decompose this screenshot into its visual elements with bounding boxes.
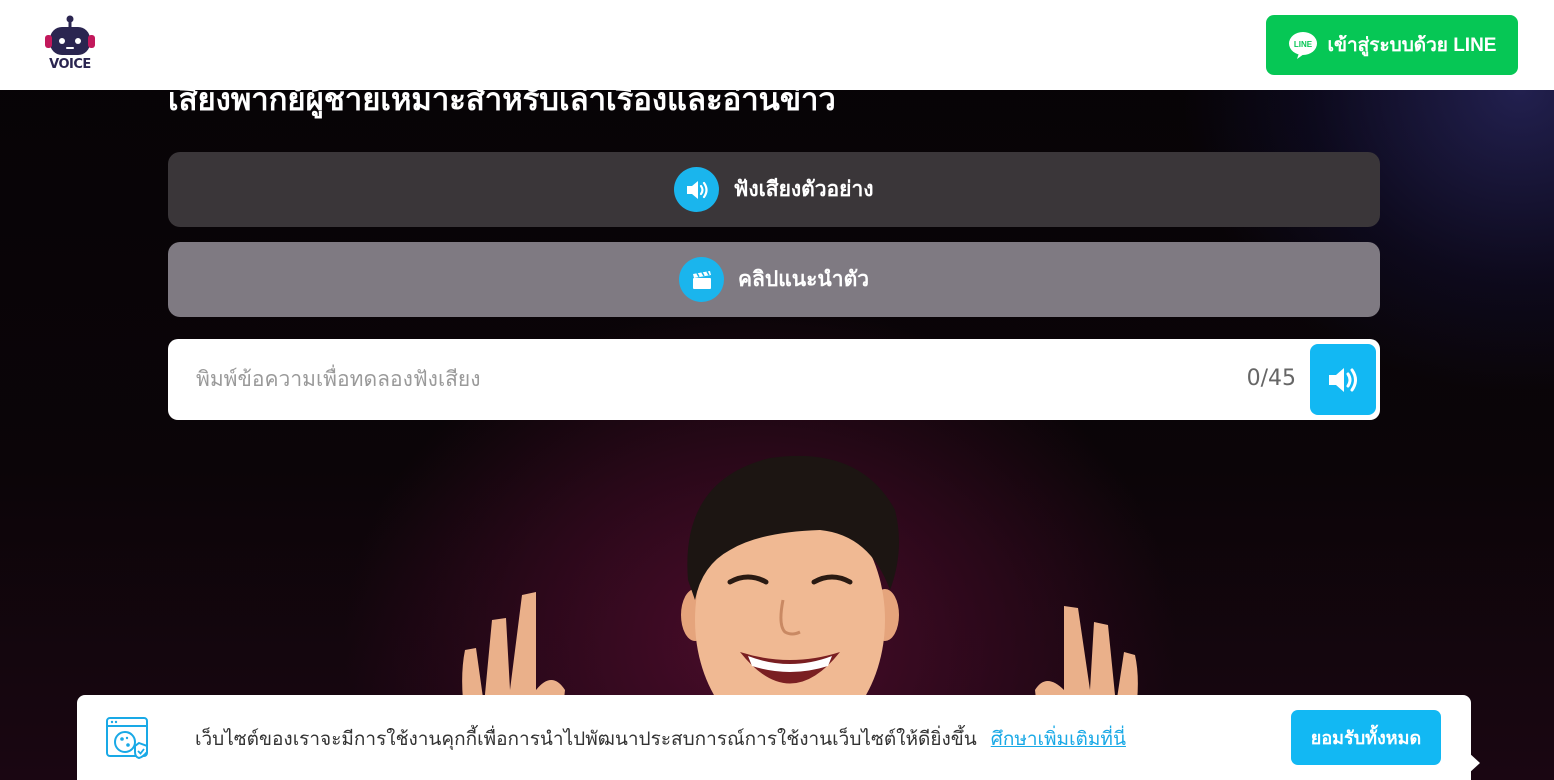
line-chat-icon: LINE: [1288, 32, 1317, 59]
clapperboard-icon: [679, 257, 724, 302]
site-logo[interactable]: VOICE: [42, 14, 98, 76]
try-voice-box: 0/45: [168, 339, 1380, 420]
try-text-input[interactable]: [196, 359, 1216, 399]
cookie-message: เว็บไซต์ของเราจะมีการใช้งานคุกกี้เพื่อกา…: [195, 723, 1126, 755]
sample-voice-label: ฟังเสียงตัวอย่าง: [733, 177, 874, 201]
learn-more-link[interactable]: ศึกษาเพิ่มเติมที่นี่: [991, 728, 1126, 750]
cookie-message-text: เว็บไซต์ของเราจะมีการใช้งานคุกกี้เพื่อกา…: [195, 728, 977, 750]
svg-text:LINE: LINE: [1293, 40, 1312, 49]
intro-clip-button[interactable]: คลิปแนะนำตัว: [168, 242, 1380, 317]
line-login-button[interactable]: LINE เข้าสู่ระบบด้วย LINE: [1266, 15, 1518, 75]
character-counter: 0/45: [1246, 366, 1296, 391]
chevron-right-icon[interactable]: [1468, 752, 1480, 774]
play-voice-button[interactable]: [1310, 344, 1376, 415]
logo-wordmark: VOICE: [49, 57, 91, 72]
speaker-icon: [1329, 367, 1357, 392]
cookie-browser-icon: [106, 717, 148, 760]
sample-voice-button[interactable]: ฟังเสียงตัวอย่าง: [168, 152, 1380, 227]
robot-headset-icon: [45, 15, 95, 55]
intro-clip-label: คลิปแนะนำตัว: [738, 267, 869, 291]
accept-all-button[interactable]: ยอมรับทั้งหมด: [1291, 710, 1441, 765]
cookie-banner: เว็บไซต์ของเราจะมีการใช้งานคุกกี้เพื่อกา…: [77, 695, 1471, 780]
line-login-label: เข้าสู่ระบบด้วย LINE: [1327, 35, 1497, 56]
top-header: VOICE LINE เข้าสู่ระบบด้วย LINE: [0, 0, 1554, 90]
speaker-icon: [674, 167, 720, 212]
